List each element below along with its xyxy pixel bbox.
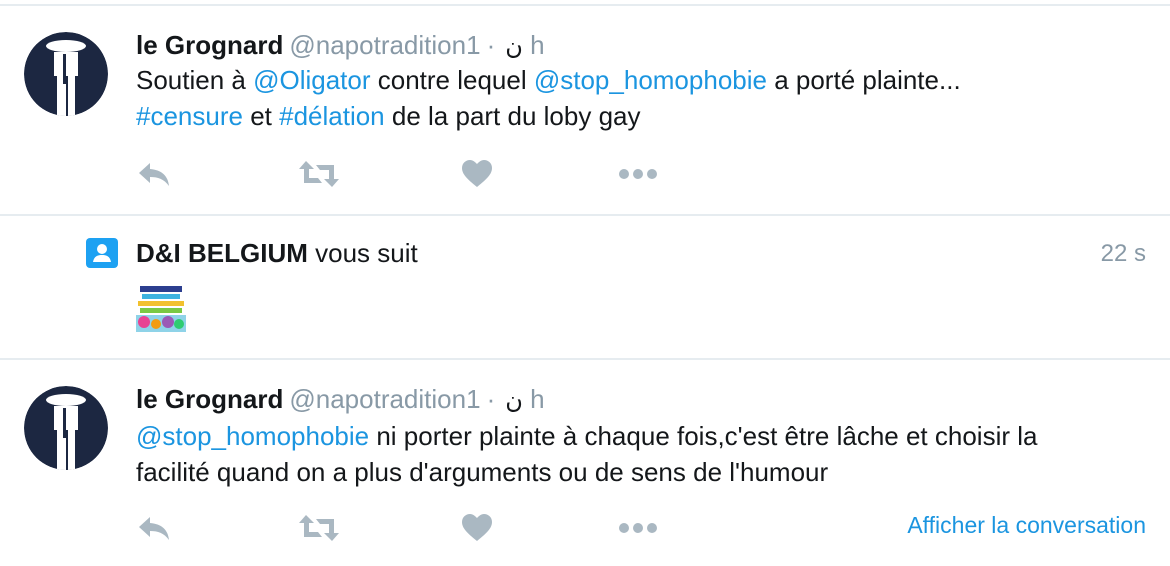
- person-icon: [86, 238, 118, 268]
- retweet-button[interactable]: [298, 154, 340, 194]
- retweet-button[interactable]: [298, 508, 340, 548]
- tweet-header: le Grognard @napotradition ن·1 h: [136, 386, 545, 413]
- more-button[interactable]: [618, 154, 658, 194]
- follower-avatar[interactable]: [136, 284, 186, 332]
- author-name[interactable]: le Grognard: [136, 30, 283, 60]
- tweet-text-line-1: @stop_homophobie ni porter plainte à cha…: [136, 418, 1037, 454]
- mention-link[interactable]: @Oligator: [253, 65, 370, 95]
- more-button[interactable]: [618, 508, 658, 548]
- hashtag-link[interactable]: #délation: [279, 101, 385, 131]
- separator: ·: [486, 30, 496, 60]
- tweet-actions: Afficher la conversation: [136, 508, 1146, 548]
- reply-icon: [139, 517, 169, 540]
- tweet-text-line-2: #censure et #délation de la part du loby…: [136, 98, 961, 134]
- separator: ·: [486, 384, 496, 414]
- author-glyph: ن: [505, 33, 523, 60]
- heart-icon: [462, 160, 492, 187]
- reply-button[interactable]: [136, 508, 172, 548]
- follow-time[interactable]: 22 s: [1101, 240, 1146, 268]
- hashtag-link[interactable]: #censure: [136, 101, 243, 131]
- heart-icon: [462, 514, 492, 541]
- tweet-text-line-2: facilité quand on a plus d'arguments ou …: [136, 454, 1037, 490]
- author-name[interactable]: le Grognard: [136, 384, 283, 414]
- tweet-header: le Grognard @napotradition ن·1 h: [136, 32, 545, 59]
- text-segment: facilité quand on a plus d'arguments ou …: [136, 457, 829, 487]
- reply-icon: [139, 163, 169, 186]
- text-segment: et: [242, 101, 280, 131]
- follow-notification[interactable]: D&I BELGIUM vous suit 22 s: [0, 218, 1170, 358]
- text-segment: ni porter plainte à chaque fois,c'est êt…: [369, 421, 1038, 451]
- retweet-icon: [299, 161, 339, 187]
- like-button[interactable]: [462, 154, 492, 194]
- author-handle[interactable]: @napotradition: [289, 30, 466, 60]
- text-segment: a porté plainte...: [766, 65, 961, 95]
- author-handle[interactable]: @napotradition: [289, 384, 466, 414]
- tweet-text: @stop_homophobie ni porter plainte à cha…: [136, 418, 1037, 490]
- more-icon: [619, 523, 657, 533]
- mention-link[interactable]: @stop_homophobie: [136, 421, 369, 451]
- tweet-2[interactable]: le Grognard @napotradition ن·1 h @stop_hom…: [0, 360, 1170, 566]
- mention-link[interactable]: @stop_homophobie: [534, 65, 767, 95]
- tweet-divider: [0, 214, 1170, 216]
- author-glyph: ن: [505, 387, 523, 414]
- tweet-1[interactable]: le Grognard @napotradition ن·1 h Soutien à…: [0, 6, 1170, 214]
- tweet-text: Soutien à @Oligator contre lequel @stop_…: [136, 62, 961, 134]
- avatar[interactable]: [24, 386, 108, 470]
- text-segment: de la part du loby gay: [384, 101, 641, 131]
- tweet-text-line-1: Soutien à @Oligator contre lequel @stop_…: [136, 62, 961, 98]
- text-segment: contre lequel: [370, 65, 534, 95]
- tweet-actions: [136, 154, 1146, 194]
- follow-verb: vous suit: [307, 238, 418, 268]
- follow-text: D&I BELGIUM vous suit: [136, 240, 418, 266]
- reply-button[interactable]: [136, 154, 172, 194]
- follower-name[interactable]: D&I BELGIUM: [136, 238, 308, 268]
- text-segment: Soutien à: [136, 65, 254, 95]
- show-conversation-link[interactable]: Afficher la conversation: [907, 512, 1146, 539]
- avatar[interactable]: [24, 32, 108, 116]
- like-button[interactable]: [462, 508, 492, 548]
- more-icon: [619, 169, 657, 179]
- retweet-icon: [299, 515, 339, 541]
